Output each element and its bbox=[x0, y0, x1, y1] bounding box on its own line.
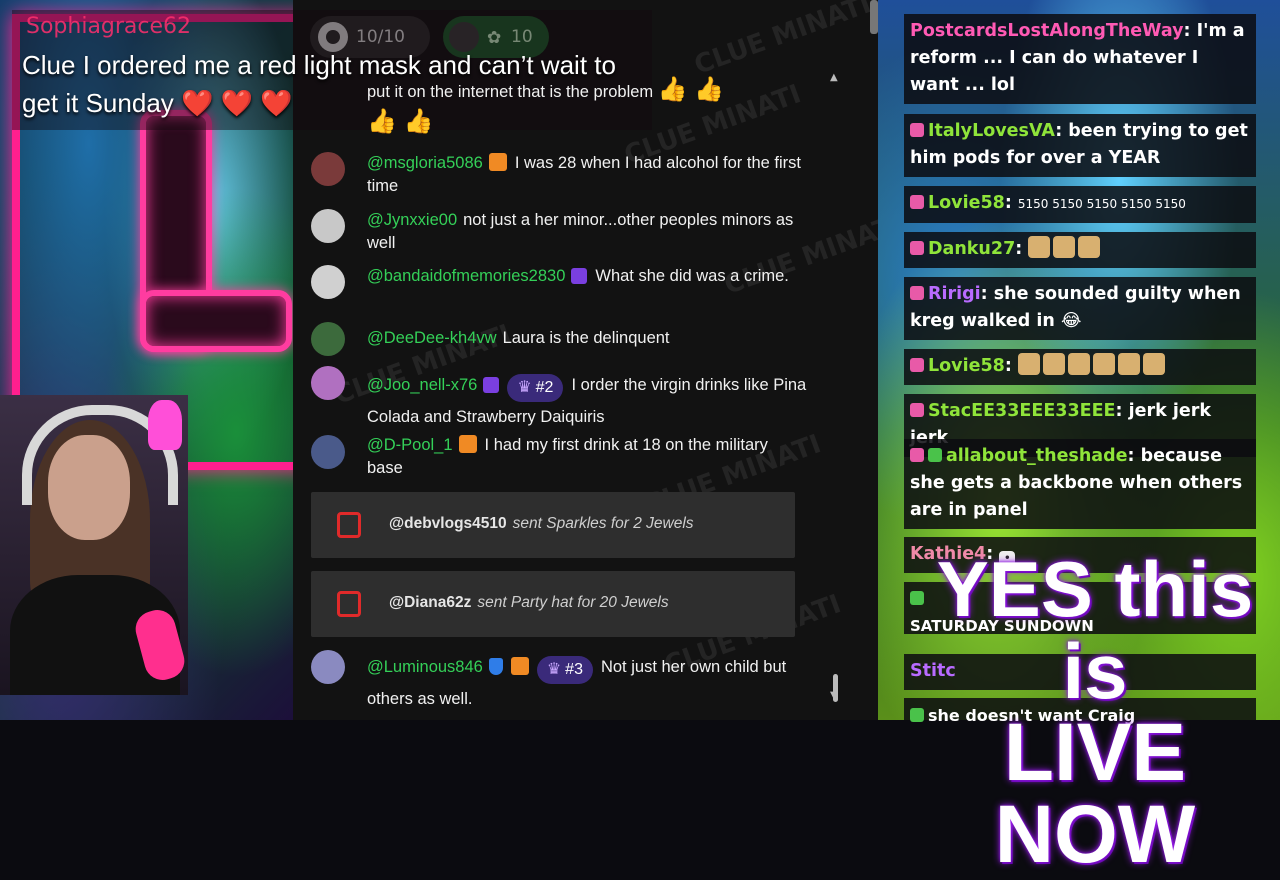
chat-message: @Jynxxie00 not just a her minor...other p… bbox=[367, 211, 794, 252]
rank-badge: ♛ #3 bbox=[536, 656, 593, 684]
member-badge-icon bbox=[483, 377, 500, 393]
chat-message: @Joo_nell-x76 ♛ #2 I order the virgin drink… bbox=[367, 374, 807, 426]
gift-icon bbox=[337, 512, 361, 538]
user-badge-icon bbox=[910, 123, 924, 137]
top-scrollbar[interactable] bbox=[870, 0, 878, 34]
gift-notification: @Diana62z sent Party hat for 20 Jewels bbox=[311, 571, 795, 637]
chat-message: @bandaidofmemories2830 What she did was a… bbox=[367, 267, 789, 285]
overlay-chat-message: Lovie58: bbox=[904, 349, 1256, 385]
emote-icon bbox=[1067, 353, 1090, 375]
avatar[interactable] bbox=[311, 435, 345, 469]
chat-username[interactable]: @Joo_nell-x76 bbox=[367, 376, 477, 394]
overlay-chat-message: Ririgi: she sounded guilty when kreg wal… bbox=[904, 277, 1256, 340]
chat-username[interactable]: @msgloria5086 bbox=[367, 154, 483, 172]
chat-message: @DeeDee-kh4vw Laura is the delinquent bbox=[367, 329, 670, 347]
neon-letter-graphic bbox=[140, 110, 292, 352]
chat-message: @Luminous846 ♛ #3 Not just her own child bu… bbox=[367, 656, 787, 708]
overlay-chat-message: PostcardsLostAlongTheWay: I'm a reform .… bbox=[904, 14, 1256, 104]
avatar[interactable] bbox=[311, 322, 345, 356]
avatar[interactable] bbox=[311, 650, 345, 684]
member-badge-icon bbox=[571, 268, 588, 284]
emote-icon bbox=[1028, 236, 1051, 258]
heart-emojis: ❤️ ❤️ ❤️ bbox=[181, 88, 293, 118]
chat-message: @D-Pool_1 I had my first drink at 18 on t… bbox=[367, 435, 768, 477]
gift-badge-icon bbox=[928, 448, 942, 462]
banner-username: Sophiagrace62 bbox=[26, 14, 192, 39]
user-badge-icon bbox=[910, 358, 924, 372]
avatar[interactable] bbox=[311, 366, 345, 400]
member-badge-icon bbox=[488, 153, 507, 171]
gift-description: sent Sparkles for 2 Jewels bbox=[512, 515, 694, 532]
overlay-chat-message: Lovie58: 5150 5150 5150 5150 5150 bbox=[904, 186, 1256, 223]
thumbs-up-emojis: 👍 👍 bbox=[657, 76, 725, 103]
gift-icon bbox=[337, 591, 361, 617]
user-badge-icon bbox=[910, 448, 924, 462]
chat-username[interactable]: @bandaidofmemories2830 bbox=[367, 267, 565, 285]
chat-username[interactable]: @Jynxxie00 bbox=[367, 211, 457, 229]
member-badge-icon bbox=[510, 657, 529, 675]
live-now-banner: YES this is LIVE NOW bbox=[936, 545, 1254, 880]
gift-sender[interactable]: @debvlogs4510 bbox=[389, 515, 507, 532]
emote-icon bbox=[1053, 236, 1076, 258]
chat-username[interactable]: @D-Pool_1 bbox=[367, 436, 453, 454]
gift-notification: @debvlogs4510 sent Sparkles for 2 Jewels bbox=[311, 492, 795, 558]
avatar[interactable] bbox=[311, 265, 345, 299]
chat-message-partial: put it on the internet that is the probl… bbox=[367, 76, 725, 103]
user-badge-icon bbox=[910, 403, 924, 417]
emote-icon bbox=[1042, 353, 1065, 375]
overlay-username: PostcardsLostAlongTheWay bbox=[910, 21, 1184, 41]
rank-badge: ♛ #2 bbox=[507, 374, 564, 402]
avatar[interactable] bbox=[311, 209, 345, 243]
emote-icon bbox=[1142, 353, 1165, 375]
avatar[interactable] bbox=[311, 152, 345, 186]
emote-icon bbox=[1017, 353, 1040, 375]
gift-sender[interactable]: @Diana62z bbox=[389, 594, 471, 611]
mask-icon bbox=[148, 400, 182, 450]
verified-shield-icon bbox=[488, 658, 503, 675]
crown-icon: ♛ bbox=[546, 661, 562, 678]
chat-username[interactable]: @DeeDee-kh4vw bbox=[367, 329, 497, 347]
overlay-chat-message: allabout_theshade: because she gets a ba… bbox=[904, 439, 1256, 529]
scroll-up-arrow-icon[interactable]: ▲ bbox=[830, 72, 838, 83]
gift-description: sent Party hat for 20 Jewels bbox=[477, 594, 669, 611]
chat-message: @msgloria5086 I was 28 when I had alcohol… bbox=[367, 153, 801, 195]
emote-icon bbox=[1117, 353, 1140, 375]
overlay-chat-message: Danku27: bbox=[904, 232, 1256, 268]
chat-username[interactable]: @Luminous846 bbox=[367, 658, 483, 676]
member-badge-icon bbox=[458, 435, 477, 453]
emote-icon bbox=[1092, 353, 1115, 375]
crown-icon: ♛ bbox=[517, 379, 532, 396]
user-badge-icon bbox=[910, 195, 924, 209]
scroll-down-arrow-icon[interactable]: ▼ bbox=[830, 690, 838, 701]
user-badge-icon bbox=[910, 241, 924, 255]
user-badge-icon bbox=[910, 286, 924, 300]
thumbs-up-emojis: 👍 👍 bbox=[367, 108, 434, 135]
overlay-chat-message: ItalyLovesVA: been trying to get him pod… bbox=[904, 114, 1256, 177]
emote-icon bbox=[1078, 236, 1101, 258]
